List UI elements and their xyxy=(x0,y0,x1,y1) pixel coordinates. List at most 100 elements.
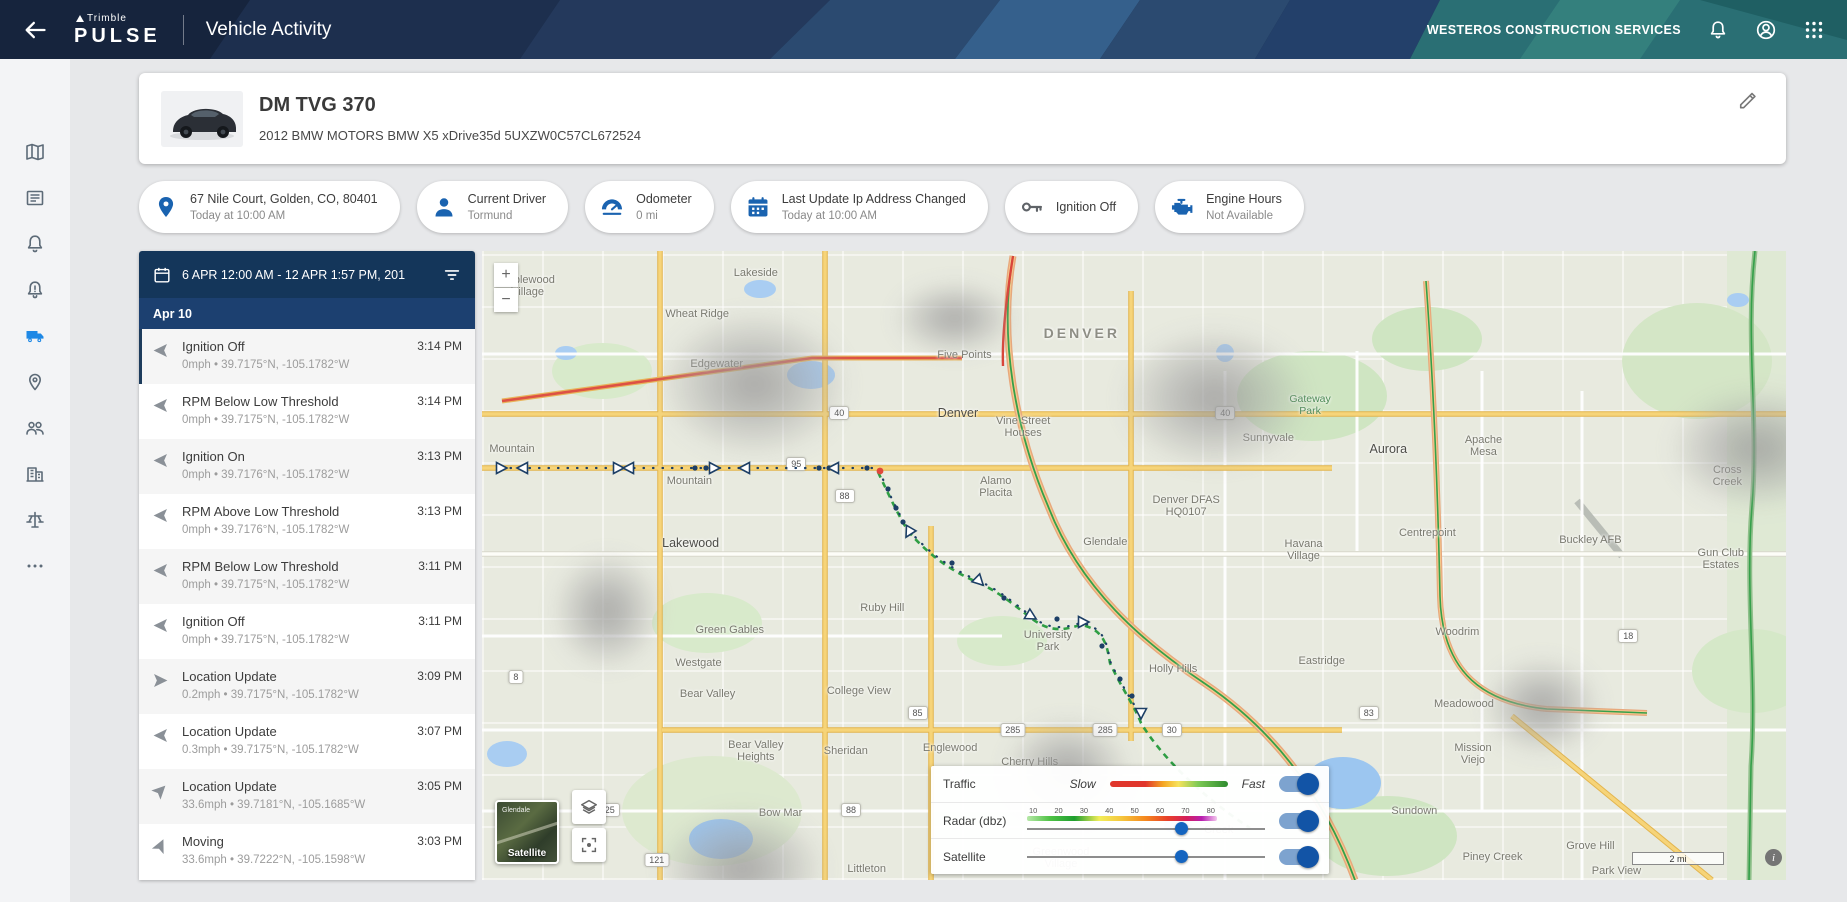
activity-event[interactable]: RPM Below Low Threshold 0mph • 39.7175°N,… xyxy=(139,549,475,604)
sidebar-map-icon[interactable] xyxy=(24,141,46,163)
map-place-label: DENVER xyxy=(1043,324,1121,341)
header-divider xyxy=(182,14,184,45)
sidebar-alert-icon[interactable] xyxy=(24,279,46,301)
map-place-label: Aurora xyxy=(1369,442,1408,457)
filter-icon[interactable] xyxy=(442,265,462,285)
satellite-toggle[interactable] xyxy=(1279,845,1319,868)
traffic-slow-label: Slow xyxy=(1069,777,1096,791)
sidebar-vehicles-truck-icon[interactable] xyxy=(24,325,46,347)
left-nav-sidebar xyxy=(0,59,70,902)
chip-subtitle: Today at 10:00 AM xyxy=(190,210,286,222)
edit-pencil-icon[interactable] xyxy=(1738,89,1758,109)
map-place-label: Apache Mesa xyxy=(1464,433,1503,458)
map-canvas[interactable]: Lakeside Applewood Village Wheat Ridge Edge… xyxy=(482,251,1786,880)
activity-event[interactable]: Ignition Off 0mph • 39.7175°N, -105.1782°… xyxy=(139,604,475,659)
radar-toggle[interactable] xyxy=(1279,809,1319,832)
highway-shield: 121 xyxy=(644,852,670,867)
sidebar-scale-icon[interactable] xyxy=(24,509,46,531)
highway-shield: 30 xyxy=(1161,723,1182,738)
map-place-label: Ruby Hill xyxy=(860,601,905,614)
event-title: RPM Below Low Threshold xyxy=(182,394,339,409)
map-place-label: Denver DFAS HQ0107 xyxy=(1152,493,1220,518)
radar-opacity-slider[interactable] xyxy=(1027,822,1265,835)
activity-event[interactable]: Moving 33.6mph • 39.7222°N, -105.1598°W 3:… xyxy=(139,824,475,879)
satellite-view-toggle[interactable]: Glendale Satellite xyxy=(495,800,559,864)
map-place-label: Bear Valley xyxy=(679,687,736,700)
map-info-button[interactable]: i xyxy=(1765,849,1782,866)
zoom-out-button[interactable]: − xyxy=(494,288,518,312)
chip-ignition[interactable]: Ignition Off xyxy=(1004,181,1139,233)
recenter-button[interactable] xyxy=(572,828,606,862)
satellite-slider-knob[interactable] xyxy=(1174,850,1188,863)
map-place-label: Bear Valley Heights xyxy=(728,739,784,764)
heading-arrow-icon xyxy=(151,726,170,745)
company-name: WESTEROS CONSTRUCTION SERVICES xyxy=(1426,22,1681,37)
traffic-row: Traffic Slow Fast xyxy=(931,766,1329,802)
radar-tick: 50 xyxy=(1130,806,1139,815)
activity-event[interactable]: Location Update 0.3mph • 39.7175°N, -105.… xyxy=(139,714,475,769)
event-time: 3:11 PM xyxy=(418,614,462,628)
back-arrow-button[interactable] xyxy=(22,17,48,43)
sidebar-more-icon[interactable] xyxy=(24,555,46,577)
event-time: 3:13 PM xyxy=(417,449,462,463)
trimble-triangle-icon xyxy=(76,15,84,22)
event-title: Ignition Off xyxy=(182,614,245,629)
person-icon xyxy=(431,194,457,220)
satellite-opacity-slider[interactable] xyxy=(1027,850,1265,863)
chip-odometer[interactable]: Odometer 0 mi xyxy=(585,181,714,233)
chip-location[interactable]: 67 Nile Court, Golden, CO, 80401 Today at… xyxy=(139,181,400,233)
traffic-toggle[interactable] xyxy=(1279,773,1319,795)
notifications-bell-icon[interactable] xyxy=(1707,19,1729,41)
map-place-label: Sunnyvale xyxy=(1242,432,1294,445)
radar-tick-labels: 10 20 30 40 50 60 70 80 xyxy=(1027,806,1217,815)
activity-event[interactable]: Ignition On 0mph • 39.7176°N, -105.1782°W… xyxy=(139,439,475,494)
map-place-label: Five Points xyxy=(937,348,992,361)
page-title: Vehicle Activity xyxy=(205,18,332,40)
map-scale-bar: 2 mi xyxy=(1632,852,1724,865)
radar-slider-knob[interactable] xyxy=(1174,822,1188,835)
map-place-label: Park View xyxy=(1591,865,1642,878)
map-place-label: Buckley AFB xyxy=(1559,534,1622,547)
sidebar-people-icon[interactable] xyxy=(24,417,46,439)
zoom-in-button[interactable]: + xyxy=(494,263,518,287)
chip-driver[interactable]: Current Driver Tormund xyxy=(416,181,569,233)
sidebar-building-icon[interactable] xyxy=(24,463,46,485)
traffic-label: Traffic xyxy=(943,777,976,791)
chip-title: Ignition Off xyxy=(1055,200,1117,214)
highway-shield: 85 xyxy=(907,705,928,720)
sidebar-bell-icon[interactable] xyxy=(24,233,46,255)
heading-arrow-icon xyxy=(151,451,170,470)
event-title: Location Update xyxy=(182,779,277,794)
heading-arrow-icon xyxy=(151,341,170,360)
activity-date-header[interactable]: 6 APR 12:00 AM - 12 APR 1:57 PM, 201 xyxy=(139,251,475,298)
activity-event[interactable]: Location Update 0.2mph • 39.7175°N, -105.… xyxy=(139,659,475,714)
map-place-label: Englewood xyxy=(922,741,978,754)
heading-arrow-icon xyxy=(151,561,170,580)
account-icon[interactable] xyxy=(1755,19,1777,41)
chip-engine-hours[interactable]: Engine Hours Not Available xyxy=(1155,181,1304,233)
event-time: 3:03 PM xyxy=(417,834,462,848)
apps-grid-icon[interactable] xyxy=(1803,19,1825,41)
highway-shield: 285 xyxy=(1092,723,1118,738)
activity-event[interactable]: RPM Below Low Threshold 0mph • 39.7175°N,… xyxy=(139,384,475,439)
chip-last-update[interactable]: Last Update Ip Address Changed Today at 1… xyxy=(730,181,988,233)
radar-tick: 70 xyxy=(1181,806,1190,815)
sidebar-location-pin-icon[interactable] xyxy=(24,371,46,393)
activity-event[interactable]: Location Update 33.6mph • 39.7181°N, -105… xyxy=(139,769,475,824)
activity-event[interactable]: Ignition Off 0mph • 39.7175°N, -105.1782°… xyxy=(139,329,475,384)
map-place-label: Alamo Placita xyxy=(979,474,1013,499)
map-place-label: Wheat Ridge xyxy=(665,307,729,320)
crosshair-icon xyxy=(581,837,597,853)
layers-button[interactable] xyxy=(572,790,606,824)
event-detail: 0mph • 39.7176°N, -105.1782°W xyxy=(182,524,350,536)
layers-icon xyxy=(581,799,597,814)
highway-shield: 40 xyxy=(829,406,850,421)
satellite-toggle-label: Satellite xyxy=(507,848,547,859)
map-place-label: Woodrim xyxy=(1435,625,1480,638)
event-detail: 0mph • 39.7176°N, -105.1782°W xyxy=(182,469,350,481)
activity-event[interactable]: RPM Above Low Threshold 0mph • 39.7176°N,… xyxy=(139,494,475,549)
sidebar-feed-icon[interactable] xyxy=(24,187,46,209)
event-title: Moving xyxy=(182,834,224,849)
thumb-road-streak xyxy=(497,816,557,847)
event-title: Ignition On xyxy=(182,449,245,464)
